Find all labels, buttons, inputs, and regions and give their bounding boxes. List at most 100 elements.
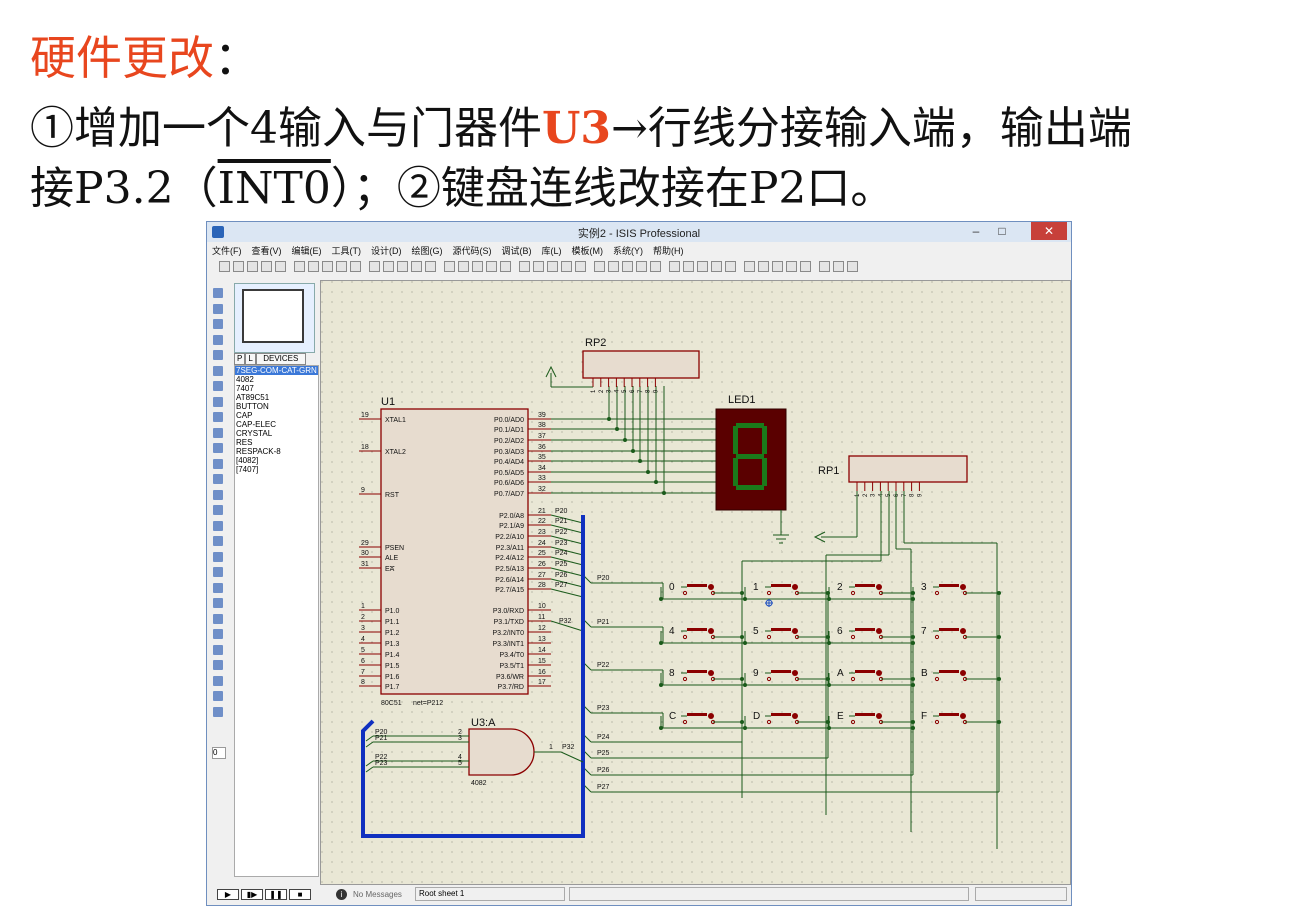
- toolbar-button[interactable]: [800, 261, 811, 272]
- mode-tool-button[interactable]: [213, 474, 223, 484]
- mode-tool-button[interactable]: [213, 334, 223, 345]
- menu-system[interactable]: 系统(Y): [608, 242, 648, 257]
- menu-design[interactable]: 设计(D): [366, 242, 407, 257]
- mode-tool-button[interactable]: [213, 427, 223, 438]
- mode-tool-button[interactable]: [213, 660, 223, 670]
- menu-library[interactable]: 库(L): [537, 242, 567, 257]
- menu-tools[interactable]: 工具(T): [327, 242, 367, 257]
- toolbar-button[interactable]: [444, 261, 455, 272]
- menu-source[interactable]: 源代码(S): [448, 242, 497, 257]
- toolbar-button[interactable]: [219, 261, 230, 272]
- mode-tool-button[interactable]: [213, 443, 223, 453]
- device-item[interactable]: [7407]: [235, 465, 318, 474]
- device-item[interactable]: CAP: [235, 411, 318, 420]
- toolbar-button[interactable]: [683, 261, 694, 272]
- toolbar-button[interactable]: [594, 261, 605, 272]
- toolbar-button[interactable]: [547, 261, 558, 272]
- toolbar-button[interactable]: [608, 261, 619, 272]
- toolbar-button[interactable]: [697, 261, 708, 272]
- mode-tool-button[interactable]: [213, 350, 223, 360]
- toolbar-button[interactable]: [233, 261, 244, 272]
- device-item[interactable]: RESPACK-8: [235, 447, 318, 456]
- mode-tool-button[interactable]: [213, 365, 223, 376]
- toolbar-button[interactable]: [650, 261, 661, 272]
- device-item[interactable]: 4082: [235, 375, 318, 384]
- mode-tool-button[interactable]: [213, 629, 223, 639]
- device-item[interactable]: BUTTON: [235, 402, 318, 411]
- toolbar-button[interactable]: [275, 261, 286, 272]
- mode-tool-button[interactable]: [213, 412, 223, 422]
- toolbar-button[interactable]: [383, 261, 394, 272]
- toolbar-button[interactable]: [322, 261, 333, 272]
- device-item[interactable]: CAP-ELEC: [235, 420, 318, 429]
- menu-edit[interactable]: 编辑(E): [287, 242, 327, 257]
- menu-debug[interactable]: 调试(B): [497, 242, 537, 257]
- toolbar-button[interactable]: [533, 261, 544, 272]
- toolbar-button[interactable]: [772, 261, 783, 272]
- toolbar-button[interactable]: [833, 261, 844, 272]
- toolbar-button[interactable]: [622, 261, 633, 272]
- toolbar-button[interactable]: [486, 261, 497, 272]
- toolbar-button[interactable]: [308, 261, 319, 272]
- step-button[interactable]: ▮▶: [241, 889, 263, 900]
- toolbar-button[interactable]: [500, 261, 511, 272]
- toolbar-button[interactable]: [847, 261, 858, 272]
- mode-tool-button[interactable]: [213, 303, 223, 314]
- minimize-button[interactable]: –: [963, 222, 989, 240]
- toolbar-button[interactable]: [725, 261, 736, 272]
- toolbar-button[interactable]: [519, 261, 530, 272]
- toolbar-button[interactable]: [411, 261, 422, 272]
- menu-graph[interactable]: 绘图(G): [407, 242, 448, 257]
- device-item[interactable]: AT89C51: [235, 393, 318, 402]
- toolbar-button[interactable]: [669, 261, 680, 272]
- mode-tool-button[interactable]: [213, 520, 223, 531]
- mode-tool-button[interactable]: [213, 489, 223, 500]
- toolbar-button[interactable]: [711, 261, 722, 272]
- mode-tool-button[interactable]: [213, 567, 223, 577]
- close-button[interactable]: ✕: [1031, 222, 1067, 240]
- toolbar-button[interactable]: [336, 261, 347, 272]
- mode-tool-button[interactable]: [213, 458, 223, 469]
- toolbar-button[interactable]: [369, 261, 380, 272]
- maximize-button[interactable]: □: [989, 222, 1015, 240]
- mode-tool-button[interactable]: [213, 381, 223, 391]
- toolbar-button[interactable]: [744, 261, 755, 272]
- mode-tool-button[interactable]: [213, 396, 223, 407]
- menu-template[interactable]: 模板(M): [567, 242, 609, 257]
- pause-button[interactable]: ❚❚: [265, 889, 287, 900]
- play-button[interactable]: ▶: [217, 889, 239, 900]
- toolbar-button[interactable]: [397, 261, 408, 272]
- toolbar-button[interactable]: [575, 261, 586, 272]
- window-titlebar[interactable]: 实例2 - ISIS Professional – □ ✕: [207, 222, 1071, 242]
- mode-tool-button[interactable]: [213, 551, 223, 562]
- toolbar-button[interactable]: [636, 261, 647, 272]
- mode-tool-button[interactable]: [213, 582, 223, 593]
- toolbar-button[interactable]: [472, 261, 483, 272]
- toolbar-button[interactable]: [786, 261, 797, 272]
- schematic-svg[interactable]: U180C51 net=P21219XTAL118XTAL29RST29PSEN3…: [321, 281, 1070, 884]
- toolbar-button[interactable]: [350, 261, 361, 272]
- toolbar-button[interactable]: [247, 261, 258, 272]
- toolbar-button[interactable]: [261, 261, 272, 272]
- menu-file[interactable]: 文件(F): [207, 242, 247, 257]
- stop-button[interactable]: ■: [289, 889, 311, 900]
- menu-help[interactable]: 帮助(H): [648, 242, 689, 257]
- mode-tool-button[interactable]: [213, 319, 223, 329]
- mode-tool-button[interactable]: [213, 644, 223, 655]
- mode-tool-button[interactable]: [213, 706, 223, 717]
- toolbar-button[interactable]: [758, 261, 769, 272]
- device-item[interactable]: 7SEG-COM-CAT-GRN: [235, 366, 318, 375]
- device-item[interactable]: RES: [235, 438, 318, 447]
- mode-tool-button[interactable]: [213, 536, 223, 546]
- mode-tool-button[interactable]: [213, 675, 223, 686]
- mode-tool-button[interactable]: [213, 288, 223, 298]
- mode-tool-button[interactable]: [213, 613, 223, 624]
- toolbar-button[interactable]: [294, 261, 305, 272]
- toolbar-button[interactable]: [425, 261, 436, 272]
- library-button[interactable]: L: [245, 353, 256, 365]
- sheet-field[interactable]: Root sheet 1: [415, 887, 565, 901]
- device-item[interactable]: CRYSTAL: [235, 429, 318, 438]
- device-item[interactable]: 7407: [235, 384, 318, 393]
- mode-tool-button[interactable]: [213, 505, 223, 515]
- grid-field[interactable]: 0: [212, 747, 226, 759]
